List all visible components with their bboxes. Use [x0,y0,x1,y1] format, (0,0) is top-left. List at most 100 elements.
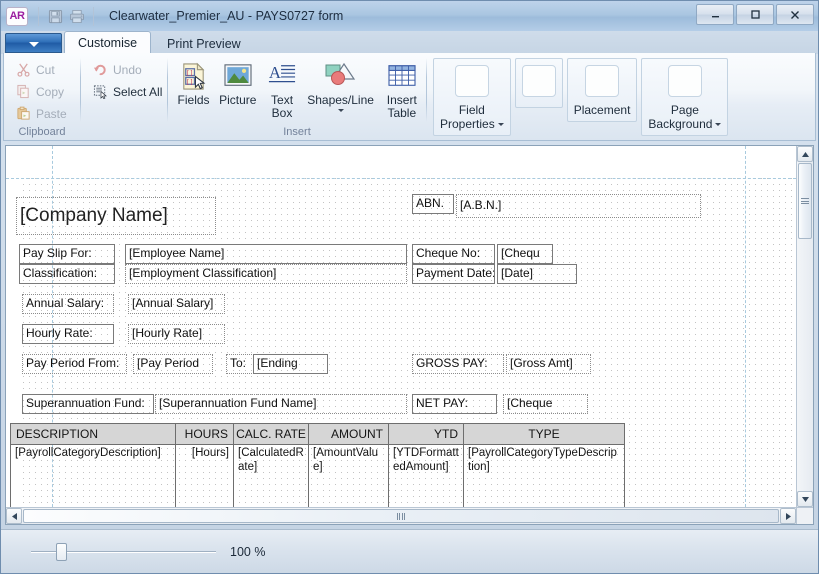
field-properties-button[interactable]: Field Properties [433,58,511,136]
page-background-placeholder-icon [667,65,702,97]
scroll-grip-icon [396,512,406,520]
undo-button[interactable]: Undo [87,59,168,81]
label-classification[interactable]: Classification: [19,264,115,284]
field-pay-period-from[interactable]: [Pay Period [133,354,213,374]
ribbon-tab-strip: Customise Print Preview [1,31,818,54]
form-designer: [Company Name] ABN. [A.B.N.] Pay Slip Fo… [5,145,814,525]
label-net-pay[interactable]: NET PAY: [412,394,497,414]
placement-button[interactable]: Placement [566,58,638,122]
cell-calc-rate[interactable]: [CalculatedRate] [234,445,309,507]
tab-print-preview[interactable]: Print Preview [153,33,255,54]
label-annual-salary[interactable]: Annual Salary: [22,294,114,314]
office-menu-button[interactable] [5,33,62,53]
label-gross-pay[interactable]: GROSS PAY: [412,354,504,374]
field-gross-pay[interactable]: [Gross Amt] [506,354,591,374]
field-cheque-no[interactable]: [Chequ [497,244,553,264]
label-hourly-rate[interactable]: Hourly Rate: [22,324,114,344]
label-superannuation-fund[interactable]: Superannuation Fund: [22,394,154,414]
insert-shapes-line-button[interactable]: Shapes/Line [305,56,377,113]
label-pay-period-from[interactable]: Pay Period From: [22,354,127,374]
scroll-right-button[interactable] [780,508,796,524]
insert-shapes-line-label: Shapes/Line [307,93,374,107]
column-header-type[interactable]: TYPE [464,424,624,444]
ribbon-group-properties: Field Properties Placement Page Backgrou… [427,53,815,140]
field-employment-classification[interactable]: [Employment Classification] [125,264,407,284]
cell-ytd[interactable]: [YTDFormattedAmount] [389,445,464,507]
label-pay-period-to[interactable]: To: [226,354,254,374]
table-row[interactable]: [PayrollCategoryDescription] [Hours] [Ca… [11,445,624,507]
horizontal-scrollbar[interactable] [6,507,796,524]
copy-button[interactable]: Copy [10,81,73,103]
cell-amount[interactable]: [AmountValue] [309,445,389,507]
label-payment-date[interactable]: Payment Date: [412,264,495,284]
insert-text-box-button[interactable]: A Text Box [260,56,303,121]
minimize-button[interactable] [696,4,734,25]
unlabeled-panel-button[interactable] [514,58,563,108]
insert-fields-button[interactable]: [ ] [ ] Fields [172,56,215,108]
column-header-hours[interactable]: HOURS [176,424,234,444]
cell-type[interactable]: [PayrollCategoryTypeDescription] [464,445,624,507]
insert-table-icon [387,60,417,92]
insert-picture-button[interactable]: Picture [216,56,259,108]
cut-label: Cut [36,63,55,77]
page-background-button[interactable]: Page Background [641,58,729,136]
report-page[interactable]: [Company Name] ABN. [A.B.N.] Pay Slip Fo… [6,146,796,507]
save-icon[interactable] [44,6,66,27]
column-header-calc-rate[interactable]: CALC. RATE [234,424,309,444]
cell-description[interactable]: [PayrollCategoryDescription] [11,445,176,507]
label-abn[interactable]: ABN. [412,194,454,214]
zoom-slider-thumb[interactable] [56,542,67,561]
field-net-pay[interactable]: [Cheque [503,394,588,414]
payroll-table[interactable]: DESCRIPTION HOURS CALC. RATE AMOUNT YTD … [10,423,625,507]
field-abn[interactable]: [A.B.N.] [456,194,701,218]
select-all-button[interactable]: Select All [87,81,168,103]
cut-icon [16,62,32,78]
field-properties-placeholder-icon [454,65,489,97]
field-pay-period-to[interactable]: [Ending [253,354,328,374]
field-superannuation-fund[interactable]: [Superannuation Fund Name] [155,394,407,414]
paste-label: Paste [36,107,67,121]
scroll-left-button[interactable] [6,508,22,524]
insert-table-button[interactable]: Insert Table [378,56,426,121]
chevron-down-icon[interactable] [337,109,344,112]
guide-top [6,178,796,179]
toolbar-separator-2 [93,6,94,26]
status-bar: 100 % [1,529,818,573]
ribbon-group-edit: Undo Select All [81,53,167,140]
app-logo-icon: AR [6,6,28,26]
chevron-down-icon[interactable] [497,123,504,127]
field-hourly-rate[interactable]: [Hourly Rate] [128,324,225,344]
maximize-button[interactable] [736,4,774,25]
field-annual-salary[interactable]: [Annual Salary] [128,294,225,314]
label-pay-slip-for[interactable]: Pay Slip For: [19,244,115,264]
label-cheque-no[interactable]: Cheque No: [412,244,495,264]
print-icon[interactable] [66,6,88,27]
column-header-description[interactable]: DESCRIPTION [11,424,176,444]
designer-canvas[interactable]: [Company Name] ABN. [A.B.N.] Pay Slip Fo… [6,146,796,507]
column-header-amount[interactable]: AMOUNT [309,424,389,444]
insert-fields-label: Fields [177,93,210,107]
scroll-up-button[interactable] [797,146,813,162]
column-header-ytd[interactable]: YTD [389,424,464,444]
ribbon-group-label-clipboard: Clipboard [18,126,66,138]
tab-customise[interactable]: Customise [64,31,152,54]
cell-hours[interactable]: [Hours] [176,445,234,507]
paste-button[interactable]: Paste [10,103,73,125]
placement-placeholder-icon [585,65,620,97]
vertical-scrollbar[interactable] [796,146,813,507]
page-background-label: Page Background [648,103,722,131]
chevron-down-icon[interactable] [715,123,722,127]
field-properties-label: Field Properties [440,103,504,131]
horizontal-scroll-thumb[interactable] [23,509,779,523]
close-button[interactable] [776,4,814,25]
cut-button[interactable]: Cut [10,59,73,81]
field-payment-date[interactable]: [Date] [497,264,577,284]
zoom-slider[interactable] [31,542,216,561]
field-company-name[interactable]: [Company Name] [16,197,216,235]
field-employee-name[interactable]: [Employee Name] [125,244,407,264]
scroll-down-button[interactable] [797,491,813,507]
window-title: Clearwater_Premier_AU - PAYS0727 form [109,9,344,23]
vertical-scroll-thumb[interactable] [798,163,812,239]
undo-label: Undo [113,63,142,77]
undo-icon [93,62,109,78]
